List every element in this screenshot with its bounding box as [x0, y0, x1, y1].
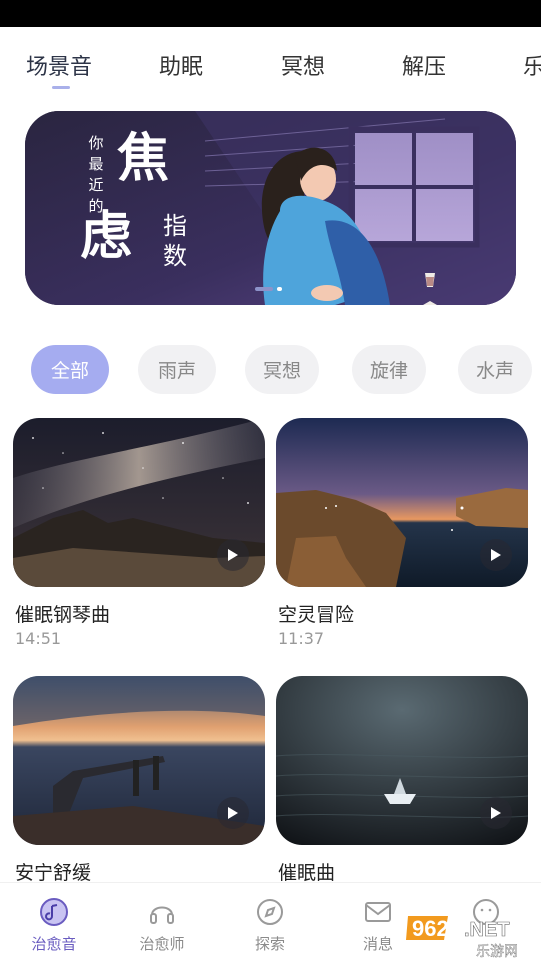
nav-healing-sound[interactable]: 治愈音 [14, 895, 94, 954]
play-button[interactable] [217, 797, 249, 829]
nav-label: 消息 [362, 935, 393, 953]
play-button[interactable] [480, 797, 512, 829]
nav-label: 治愈音 [31, 935, 77, 953]
card-title: 催眠钢琴曲 [15, 604, 111, 626]
chip-water[interactable]: 水声 [458, 345, 532, 394]
sound-card[interactable]: 催眠曲 [276, 676, 528, 884]
nav-label: 探索 [254, 935, 285, 953]
chip-all[interactable]: 全部 [31, 345, 109, 394]
card-duration: 14:51 [15, 629, 62, 648]
banner-big-char-2: 虑 [80, 206, 133, 267]
filter-chips: 全部 雨声 冥想 旋律 水声 [0, 345, 541, 395]
banner-side-text: 指数 [163, 212, 187, 270]
chip-melody[interactable]: 旋律 [352, 345, 426, 394]
status-bar [0, 0, 541, 27]
banner-small-text: 你最近的 [88, 134, 104, 215]
banner-page-indicator [255, 287, 282, 291]
play-button[interactable] [217, 539, 249, 571]
watermark-name: 乐游网 [476, 944, 518, 960]
card-title: 安宁舒缓 [15, 862, 92, 884]
sunset-pier-icon [13, 676, 265, 845]
watermark-domain: .NET [464, 919, 510, 941]
coast-icon [276, 418, 528, 587]
play-button[interactable] [480, 539, 512, 571]
page-dot-active [255, 287, 273, 291]
tab-scene-sound[interactable]: 场景音 [26, 49, 92, 81]
card-title: 催眠曲 [278, 862, 336, 884]
nav-label: 治愈师 [139, 935, 185, 953]
site-watermark-logo: 962 .NET 乐游网 [404, 910, 538, 960]
sound-card[interactable]: 催眠钢琴曲 14:51 [13, 418, 265, 648]
card-title: 空灵冒险 [278, 604, 355, 626]
tab-music[interactable]: 乐 [523, 49, 541, 81]
watermark-number: 962 [412, 916, 449, 941]
chip-rain[interactable]: 雨声 [138, 345, 216, 394]
play-icon [491, 549, 501, 561]
play-icon [491, 807, 501, 819]
tab-decompress[interactable]: 解压 [402, 49, 446, 81]
tab-sleep-aid[interactable]: 助眠 [159, 49, 203, 81]
water-boat-icon [276, 676, 528, 845]
card-duration: 11:37 [278, 629, 325, 648]
anxiety-banner[interactable]: 你最近的 焦 虑 指数 [25, 111, 516, 305]
compass-icon [253, 895, 287, 929]
tab-meditation[interactable]: 冥想 [281, 49, 325, 81]
sound-card[interactable]: 空灵冒险 11:37 [276, 418, 528, 648]
chip-meditation[interactable]: 冥想 [245, 345, 319, 394]
sound-card[interactable]: 安宁舒缓 [13, 676, 265, 884]
play-icon [228, 549, 238, 561]
banner-big-char-1: 焦 [117, 128, 170, 189]
mail-icon [361, 895, 395, 929]
nav-healer[interactable]: 治愈师 [122, 895, 202, 954]
nav-explore[interactable]: 探索 [230, 895, 310, 954]
music-disc-icon [37, 895, 71, 929]
play-icon [228, 807, 238, 819]
page-dot [277, 287, 282, 291]
night-sky-icon [13, 418, 265, 587]
headphone-icon [145, 895, 179, 929]
active-tab-indicator [52, 86, 70, 89]
category-tabs: 场景音 助眠 冥想 解压 乐 [0, 27, 541, 97]
